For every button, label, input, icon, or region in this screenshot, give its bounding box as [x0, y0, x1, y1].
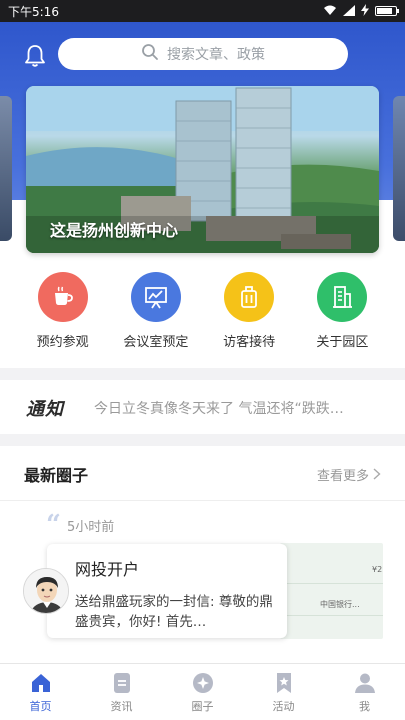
tab-label: 我	[359, 699, 370, 713]
presentation-board-icon	[130, 272, 181, 322]
section-title: 最新圈子	[24, 466, 89, 485]
banner-carousel[interactable]: 这是扬州创新中心	[26, 86, 379, 253]
coffee-cup-icon	[37, 272, 88, 322]
chevron-right-icon	[373, 468, 381, 480]
signal-icon	[343, 4, 355, 18]
quick-item-meeting-room[interactable]: 会议室预定	[113, 272, 199, 362]
status-icons	[323, 4, 399, 18]
luggage-icon	[224, 272, 275, 322]
status-time: 下午5:16	[8, 4, 59, 19]
quick-menu: 预约参观 会议室预定 访客接待 关于园区	[0, 272, 405, 362]
building-icon	[317, 272, 368, 322]
post-image-text-bank: 中国银行...	[320, 600, 360, 609]
quick-item-about[interactable]: 关于园区	[299, 272, 385, 362]
tab-activity[interactable]: 活动	[244, 671, 324, 714]
section-divider	[0, 434, 405, 446]
circle-chat-icon	[192, 672, 213, 693]
wifi-icon	[323, 5, 337, 18]
search-placeholder: 搜索文章、政策	[167, 47, 265, 63]
banner-next-peek[interactable]	[393, 96, 405, 241]
tab-label: 资讯	[110, 699, 133, 713]
quick-item-label: 关于园区	[316, 335, 369, 350]
post-card[interactable]: 网投开户 送给鼎盛玩家的一封信: 尊敬的鼎盛贵宾，你好! 首先…	[47, 544, 287, 638]
avatar[interactable]	[23, 568, 69, 614]
battery-icon	[375, 6, 399, 16]
quick-item-visit[interactable]: 预约参观	[20, 272, 106, 362]
tab-circle[interactable]: 圈子	[163, 671, 243, 714]
view-more-label: 查看更多	[316, 468, 369, 484]
status-bar: 下午5:16	[0, 0, 405, 22]
bell-icon[interactable]	[22, 43, 48, 69]
post-time: 5小时前	[66, 519, 115, 535]
tab-label: 活动	[272, 699, 295, 713]
tab-label: 圈子	[191, 699, 214, 713]
tab-news[interactable]: 资讯	[82, 671, 162, 714]
notice-text: 今日立冬真像冬天来了 气温还将“跌跌…	[94, 401, 344, 417]
banner-prev-peek[interactable]	[0, 96, 12, 241]
notice-tag: 通知	[26, 399, 64, 420]
post-body: 送给鼎盛玩家的一封信: 尊敬的鼎盛贵宾，你好! 首先…	[75, 594, 273, 630]
post-image[interactable]: ¥2 中国银行...	[280, 543, 383, 639]
news-icon	[113, 672, 130, 693]
tab-label: 首页	[29, 699, 52, 713]
bookmark-star-icon	[276, 672, 291, 693]
home-icon	[31, 673, 50, 692]
search-input[interactable]: 搜索文章、政策	[58, 38, 348, 70]
tab-home[interactable]: 首页	[1, 671, 81, 714]
quick-item-label: 会议室预定	[123, 335, 189, 350]
tab-me[interactable]: 我	[325, 671, 405, 714]
bottom-tab-bar: 首页 资讯 圈子 活动 我	[0, 663, 405, 720]
section-divider	[0, 368, 405, 380]
banner-title: 这是扬州创新中心	[50, 221, 179, 240]
quick-item-visitor[interactable]: 访客接待	[206, 272, 292, 362]
divider	[0, 500, 405, 501]
notice-bar[interactable]: 通知 今日立冬真像冬天来了 气温还将“跌跌…	[0, 382, 405, 434]
search-icon	[141, 43, 159, 65]
quick-item-label: 预约参观	[36, 335, 89, 350]
person-icon	[354, 673, 375, 693]
post-image-text-amount: ¥2	[372, 565, 383, 574]
view-more-link[interactable]: 查看更多	[317, 465, 381, 484]
quote-icon: “	[46, 510, 61, 540]
circle-section-header: 最新圈子 查看更多	[0, 455, 405, 493]
post-title: 网投开户	[75, 560, 140, 579]
quick-item-label: 访客接待	[223, 335, 276, 350]
charging-icon	[361, 4, 369, 18]
post-meta: “ 5小时前	[46, 512, 114, 538]
